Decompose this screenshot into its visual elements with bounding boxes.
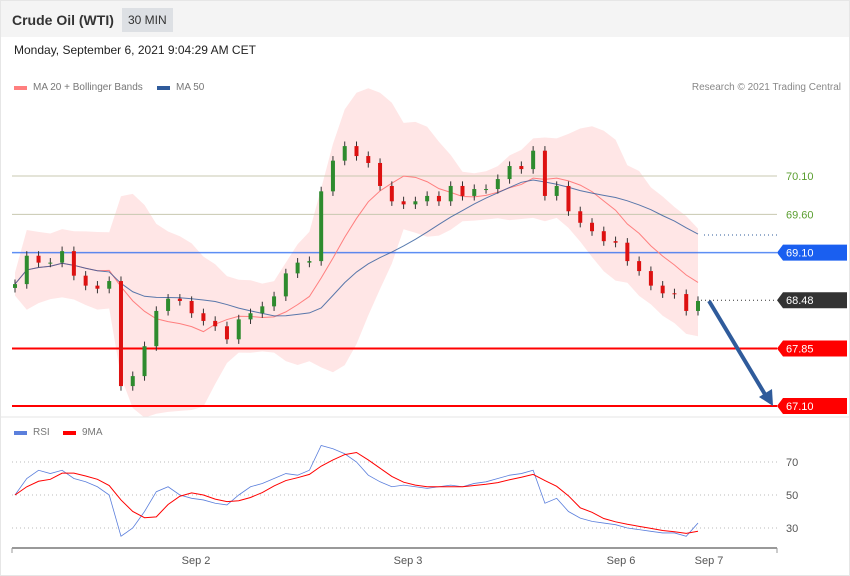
- candle: [601, 231, 606, 242]
- price-chart[interactable]: 70.10 69.60 69.10 68.48 67.85 67.10 70 50 30 Sep …: [1, 1, 849, 575]
- candle: [283, 273, 288, 297]
- x-tick-label: Sep 6: [607, 555, 636, 567]
- candle: [24, 255, 29, 285]
- candle: [389, 185, 394, 202]
- candle: [542, 150, 547, 196]
- x-tick-label: Sep 2: [182, 555, 211, 567]
- candle: [401, 201, 406, 205]
- candle: [260, 306, 265, 314]
- candle: [648, 271, 653, 286]
- candle: [507, 166, 512, 180]
- candle: [684, 294, 689, 311]
- rsi-9ma-line: [14, 451, 699, 534]
- candle: [342, 146, 347, 161]
- candle: [154, 310, 159, 347]
- candle: [130, 376, 135, 387]
- candle: [378, 162, 383, 186]
- x-tick-label: Sep 3: [394, 555, 423, 567]
- level-label: 68.48: [786, 295, 814, 307]
- level-label: 69.60: [786, 209, 814, 221]
- candle: [472, 189, 477, 196]
- candle: [672, 293, 677, 295]
- candle: [142, 346, 147, 377]
- candle: [224, 326, 229, 340]
- candle: [177, 298, 182, 301]
- rsi-tick-label: 70: [786, 457, 798, 469]
- candle: [625, 242, 630, 262]
- candle: [531, 150, 536, 170]
- candle: [272, 296, 277, 307]
- candle: [307, 261, 312, 263]
- candle: [660, 285, 665, 294]
- candle: [578, 211, 583, 223]
- level-label: 69.10: [786, 248, 814, 260]
- candle: [48, 262, 53, 264]
- candle: [519, 166, 524, 170]
- candle: [236, 319, 241, 340]
- candle: [107, 281, 112, 289]
- candle: [366, 156, 371, 163]
- rsi-line: [14, 445, 699, 537]
- x-tick-label: Sep 7: [695, 555, 724, 567]
- candle: [319, 191, 324, 262]
- candle: [448, 185, 453, 202]
- candle: [213, 320, 218, 327]
- candle: [71, 251, 76, 276]
- candle: [13, 284, 17, 288]
- candle: [83, 275, 88, 286]
- candle: [36, 255, 41, 263]
- candle: [189, 300, 194, 314]
- candle: [248, 313, 253, 320]
- candle: [590, 222, 595, 232]
- candle: [495, 179, 500, 190]
- chart-widget: Crude Oil (WTI) 30 MIN Monday, September…: [0, 0, 850, 576]
- candle: [554, 185, 559, 196]
- level-label: 67.10: [786, 401, 814, 413]
- level-label: 67.85: [786, 344, 814, 356]
- candle: [436, 195, 441, 202]
- candle: [484, 189, 489, 191]
- candle: [413, 201, 418, 205]
- level-label: 70.10: [786, 171, 814, 183]
- candle: [330, 160, 335, 192]
- candle: [166, 298, 171, 311]
- candle: [460, 185, 465, 196]
- candle: [696, 300, 700, 311]
- candle: [566, 185, 571, 212]
- candle: [637, 261, 642, 272]
- candle: [60, 251, 65, 263]
- candle: [118, 281, 123, 387]
- rsi-tick-label: 30: [786, 523, 798, 535]
- candle: [354, 146, 359, 157]
- candle: [425, 195, 430, 202]
- rsi-tick-label: 50: [786, 490, 798, 502]
- candle: [201, 313, 206, 321]
- candle: [613, 241, 618, 243]
- candle: [295, 262, 300, 274]
- candle: [95, 285, 100, 289]
